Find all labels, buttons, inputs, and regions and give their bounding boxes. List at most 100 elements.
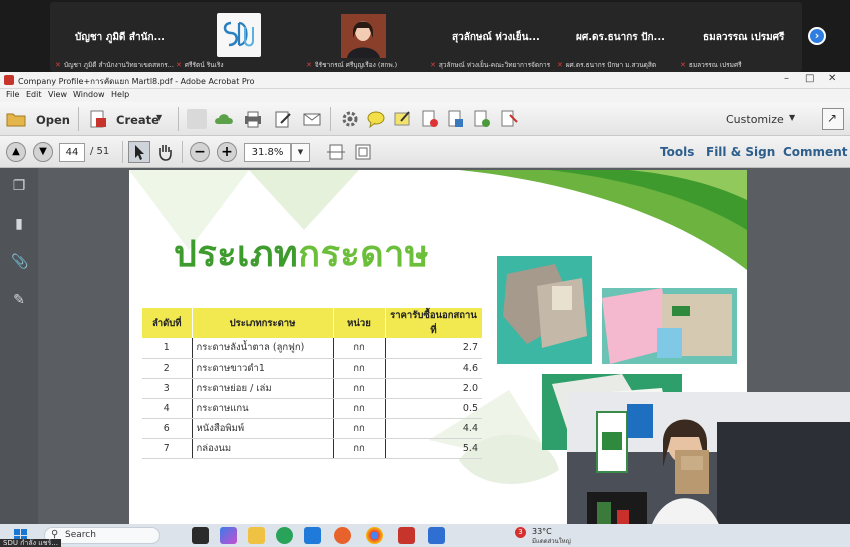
table-row: 7 กล่องนม กก 5.4 — [142, 438, 482, 459]
menu-window[interactable]: Window — [73, 90, 105, 99]
participant-label: ✕ สุวลักษณ์ ห่วงเย็น-คณะวิทยาการจัดการ — [430, 61, 551, 69]
expand-button[interactable]: ↗ — [822, 108, 844, 130]
weather-widget[interactable]: 33°C มีแดดส่วนใหญ่ — [532, 527, 571, 545]
fit-width-icon[interactable] — [326, 142, 346, 162]
select-tool-button[interactable] — [128, 141, 150, 163]
delete-page-icon[interactable] — [420, 109, 440, 129]
app-taskbar-icon[interactable] — [428, 527, 445, 544]
chrome-icon[interactable] — [366, 527, 383, 544]
toolbar-divider — [78, 107, 79, 131]
folder-icon — [6, 113, 26, 127]
participant-label: ✕ ผศ.ดร.ธนากร ปักษา ม.สวนดุสิต — [557, 61, 657, 69]
participant-label: ✕ จิรัชากรณ์ ศรีบุญเรือง (สกพ.) — [306, 61, 398, 69]
signature-icon[interactable]: ✎ — [11, 292, 27, 310]
mic-muted-icon: ✕ — [680, 61, 686, 69]
copilot-icon[interactable] — [220, 527, 237, 544]
fit-page-icon[interactable] — [353, 142, 373, 162]
acrobat-taskbar-icon[interactable] — [398, 527, 415, 544]
window-title: Company Profile+การคัดแยก Martl8.pdf - A… — [18, 77, 255, 86]
save-icon[interactable] — [187, 109, 207, 129]
taskbar-search[interactable]: ⚲ Search — [44, 527, 160, 544]
close-icon[interactable]: ✕ — [828, 73, 836, 84]
file-explorer-icon[interactable] — [248, 527, 265, 544]
highlighter-icon[interactable] — [393, 109, 413, 129]
navigation-toolbar: ▲ ▼ 44 / 51 − + 31.8% ▼ Tools Fill & Sig… — [0, 136, 850, 168]
toolbar-divider — [182, 141, 183, 163]
zoom-in-button[interactable]: + — [217, 142, 237, 162]
main-toolbar: Open Create ▼ Customize ▼ ↗ — [0, 102, 850, 136]
menu-help[interactable]: Help — [111, 90, 129, 99]
store-icon[interactable] — [304, 527, 321, 544]
participant-name: ธมลวรรณ เปรมศรี — [703, 32, 785, 43]
previous-page-button[interactable]: ▲ — [6, 142, 26, 162]
bookmark-icon[interactable]: ▮ — [11, 216, 27, 234]
hand-tool-icon[interactable] — [155, 142, 175, 162]
extract-page-icon[interactable] — [499, 109, 519, 129]
maximize-icon[interactable]: □ — [805, 73, 814, 84]
tools-link[interactable]: Tools — [660, 145, 694, 159]
mic-muted-icon: ✕ — [430, 61, 436, 69]
menu-file[interactable]: File — [6, 90, 19, 99]
participant-name: สุวลักษณ์ ห่วงเย็น... — [452, 32, 540, 43]
cardboard-paper-photo — [497, 256, 592, 364]
edge-browser-icon[interactable] — [276, 527, 293, 544]
fill-sign-link[interactable]: Fill & Sign — [706, 145, 775, 159]
cloud-upload-icon[interactable] — [214, 109, 234, 129]
weather-condition: มีแดดส่วนใหญ่ — [532, 538, 571, 545]
participant-label: ✕ บัญชา ภูมิดี สำนักงานวิทยาเขตสหกร... — [55, 61, 174, 69]
table-row: 6 หนังสือพิมพ์ กก 4.4 — [142, 418, 482, 439]
print-icon[interactable] — [243, 109, 263, 129]
create-pdf-icon — [90, 110, 106, 128]
email-icon[interactable] — [302, 109, 322, 129]
edit-document-icon[interactable] — [273, 109, 293, 129]
zoom-level-input[interactable]: 31.8% — [244, 143, 291, 162]
table-row: 2 กระดาษขาวดำ1 กก 4.6 — [142, 358, 482, 379]
column-header: ประเภทกระดาษ — [192, 308, 334, 338]
toolbar-divider — [122, 141, 123, 163]
sharing-indicator: SDU กำลัง แชร์... — [0, 539, 61, 547]
expand-icon: ↗ — [827, 111, 838, 125]
participant-label: ✕ ธมลวรรณ เปรมศรี — [680, 61, 742, 69]
task-view-icon[interactable] — [192, 527, 209, 544]
column-header: หน่วย — [333, 308, 386, 338]
mic-muted-icon: ✕ — [176, 61, 182, 69]
plus-icon: + — [221, 144, 233, 160]
next-page-button[interactable]: ▼ — [33, 142, 53, 162]
open-label: Open — [36, 113, 70, 127]
page-number-input[interactable]: 44 — [59, 143, 85, 162]
comment-link[interactable]: Comment — [783, 145, 847, 159]
chevron-down-icon: ▼ — [156, 113, 163, 122]
pink-paper-photo — [602, 288, 737, 364]
gear-icon[interactable] — [340, 109, 360, 129]
slide-title: ประเภทกระดาษ — [174, 234, 430, 275]
table-row: 1 กระดาษลังน้ำตาล (ลูกฟูก) กก 2.7 — [142, 338, 482, 359]
search-label: Search — [65, 530, 96, 540]
pages-thumbnail-icon[interactable]: ❐ — [11, 178, 27, 196]
rotate-page-icon[interactable] — [472, 109, 492, 129]
menu-edit[interactable]: Edit — [26, 90, 42, 99]
toolbar-divider — [178, 107, 179, 131]
customize-label: Customize — [726, 113, 784, 126]
comment-bubble-icon[interactable] — [366, 109, 386, 129]
firefox-icon[interactable] — [334, 527, 351, 544]
paperclip-icon[interactable]: 📎 — [11, 254, 28, 272]
participant-name: ผศ.ดร.ธนากร ปัก... — [576, 32, 665, 43]
minus-icon: − — [194, 144, 206, 160]
zoom-dropdown[interactable]: ▼ — [291, 143, 310, 162]
zoom-out-button[interactable]: − — [190, 142, 210, 162]
temperature: 33°C — [532, 527, 552, 536]
column-header: ลำดับที่ — [142, 308, 193, 338]
insert-page-icon[interactable] — [446, 109, 466, 129]
column-header: ราคารับซื้อนอกสถานที่ — [385, 308, 483, 338]
mic-muted-icon: ✕ — [55, 61, 61, 69]
windows-taskbar: ⚲ Search 3 33°C มีแดดส่วนใหญ่ — [0, 524, 850, 547]
paper-price-table: ลำดับที่ ประเภทกระดาษ หน่วย ราคารับซื้อน… — [142, 308, 483, 459]
table-row: 4 กระดาษแกน กก 0.5 — [142, 398, 482, 419]
menu-bar: File Edit View Window Help — [0, 89, 850, 102]
menu-view[interactable]: View — [48, 90, 67, 99]
participant-name: บัญชา ภูมิดี สำนัก... — [75, 32, 165, 43]
chevron-right-icon: › — [814, 29, 820, 42]
next-participants-button[interactable]: › — [808, 27, 826, 45]
minimize-icon[interactable]: – — [784, 73, 789, 84]
toolbar-divider — [330, 107, 331, 131]
